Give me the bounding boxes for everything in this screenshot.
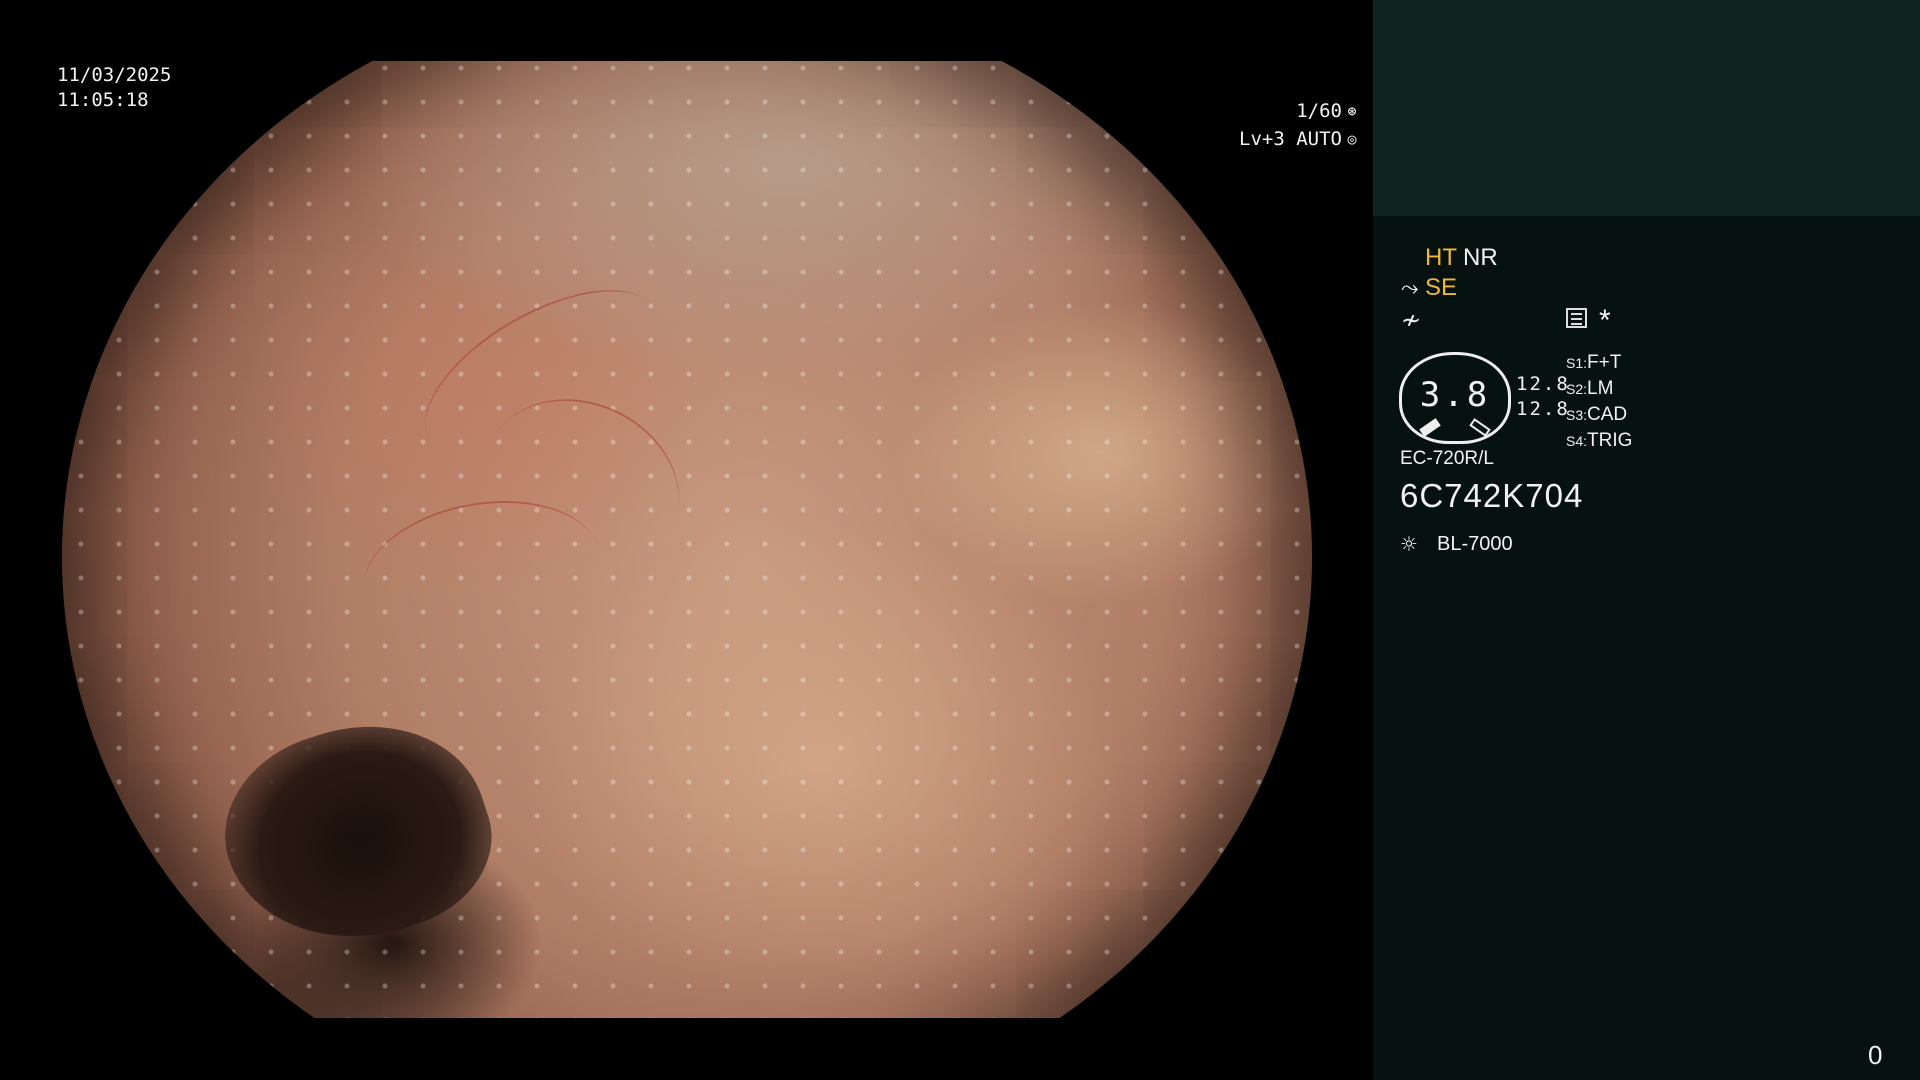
iris-icon: ◎ xyxy=(1347,130,1357,148)
scene-value: F+T xyxy=(1587,352,1622,373)
star-indicator: * xyxy=(1599,304,1611,337)
frame-counter: 0 xyxy=(1868,1040,1883,1070)
info-panel: HT NR ⤳ SE ≁ * 3.8 12.8 12.8 S1:F+T S2:L… xyxy=(1373,0,1920,1080)
gauge-readout: 12.8 xyxy=(1516,373,1570,395)
scene-value: TRIG xyxy=(1587,430,1633,451)
scene-key: S3: xyxy=(1566,407,1588,423)
endoscopic-image xyxy=(62,61,1312,1018)
gauge-marker-right xyxy=(1469,418,1491,437)
se-indicator: SE xyxy=(1425,274,1458,301)
gauge-value: 3.8 xyxy=(1419,375,1491,415)
brightness-level: Lv+3 AUTO xyxy=(1239,128,1342,150)
panel-header-area xyxy=(1373,0,1920,216)
nr-indicator: NR xyxy=(1463,244,1498,271)
gauge-readouts: 12.8 12.8 xyxy=(1516,372,1570,422)
time-text: 11:05:18 xyxy=(57,89,149,111)
magnification-gauge: 3.8 xyxy=(1399,352,1511,444)
light-source-icon: ☼ xyxy=(1401,530,1417,560)
datetime: 11/03/2025 11:05:18 xyxy=(57,63,171,113)
list-icon xyxy=(1566,308,1587,328)
endoscopy-view: 11/03/2025 11:05:18 1/60 ⊛ Lv+3 AUTO ◎ xyxy=(0,0,1373,1080)
gauge-marker-left xyxy=(1419,418,1441,437)
aperture-icon: ⊛ xyxy=(1347,102,1357,120)
light-source: BL-7000 xyxy=(1437,533,1513,555)
scene-row: S1:F+T xyxy=(1566,350,1632,376)
scene-key: S2: xyxy=(1566,381,1588,397)
exposure-info: 1/60 ⊛ Lv+3 AUTO ◎ xyxy=(1180,97,1360,153)
scope-serial: 6C742K704 xyxy=(1400,477,1584,514)
scene-value: LM xyxy=(1587,378,1614,399)
shutter-speed: 1/60 xyxy=(1296,100,1342,122)
ht-indicator: HT xyxy=(1425,244,1457,271)
scene-key: S1: xyxy=(1566,355,1588,371)
freeze-icon: ≁ xyxy=(1401,307,1422,334)
scene-key: S4: xyxy=(1566,433,1588,449)
mucosa-image xyxy=(62,61,1312,1018)
gauge-readout: 12.8 xyxy=(1516,398,1570,420)
scene-value: CAD xyxy=(1587,404,1628,425)
enhancement-curve-icon: ⤳ xyxy=(1401,275,1419,300)
scene-row: S3:CAD xyxy=(1566,402,1632,428)
scene-settings: S1:F+T S2:LM S3:CAD S4:TRIG xyxy=(1566,350,1632,454)
scene-row: S4:TRIG xyxy=(1566,428,1632,454)
date-text: 11/03/2025 xyxy=(57,64,172,86)
scope-model: EC-720R/L xyxy=(1400,448,1494,469)
scene-row: S2:LM xyxy=(1566,376,1632,402)
